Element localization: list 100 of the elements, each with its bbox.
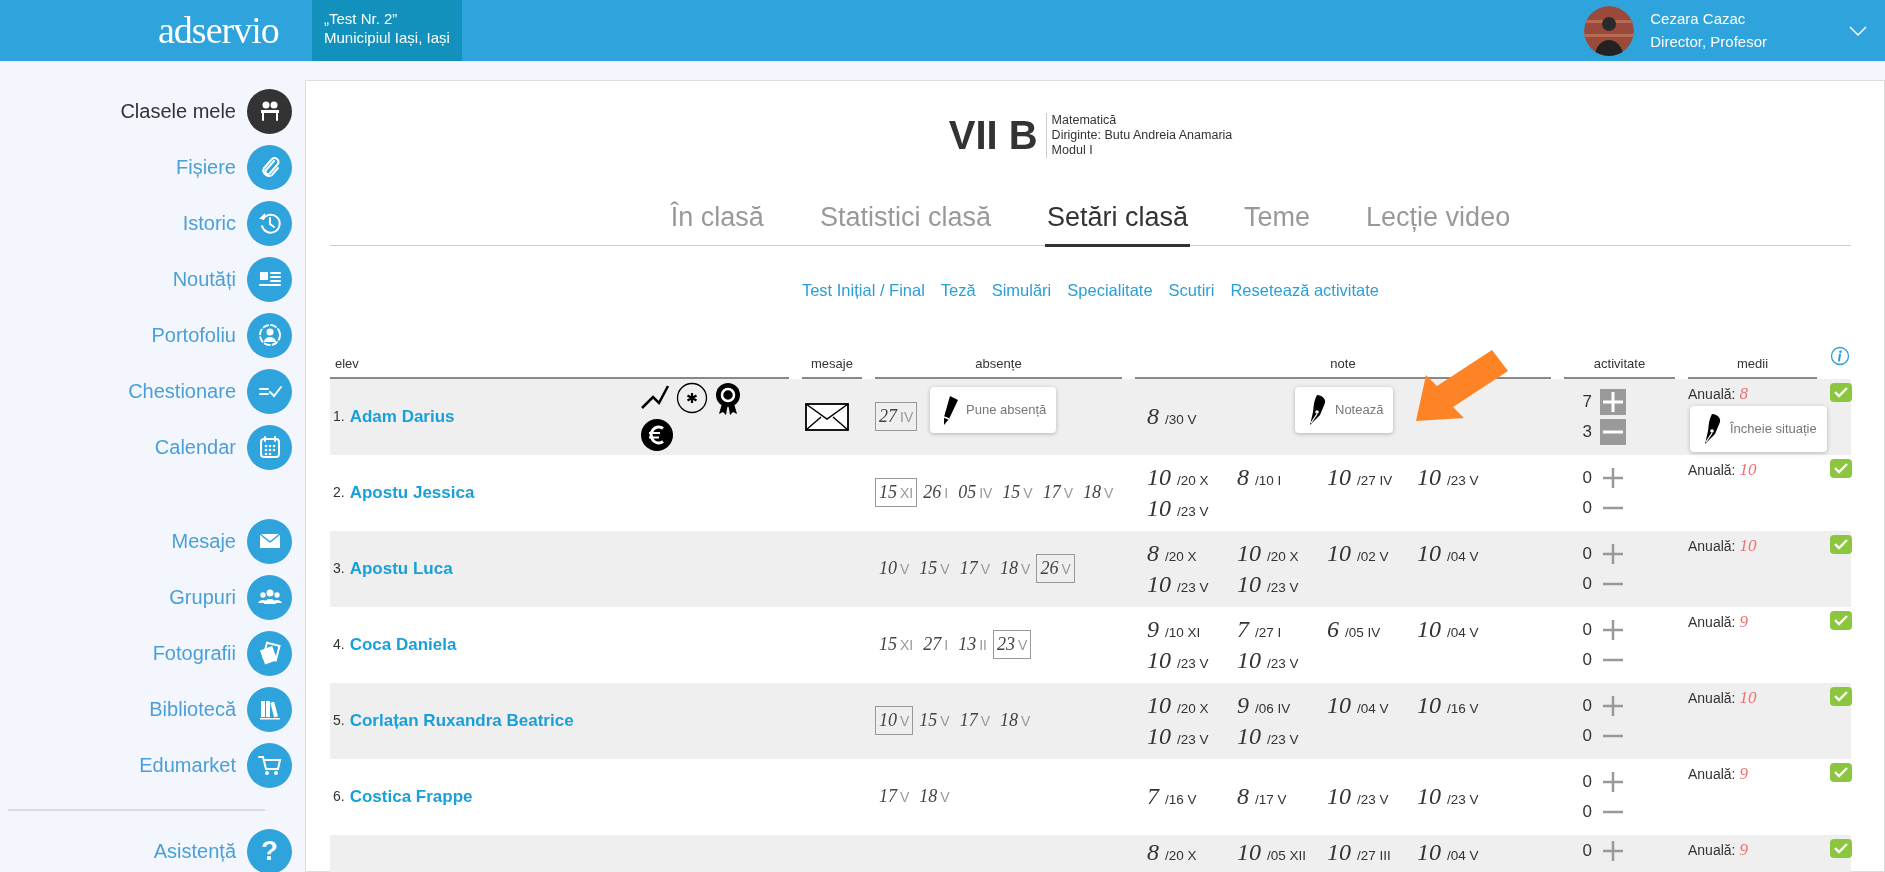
check-icon [1830, 534, 1852, 554]
grade[interactable]: 10 /20 X [1147, 690, 1237, 720]
absence-date[interactable]: 17 V [955, 706, 995, 736]
absence-date[interactable]: 15 XI [875, 630, 918, 660]
class-name: VII B [948, 112, 1039, 159]
grade[interactable]: 8 /10 I [1237, 462, 1327, 492]
info-icon[interactable] [1830, 346, 1850, 367]
absence-date[interactable]: 15 V [915, 706, 954, 736]
absence-date[interactable]: 15 V [915, 554, 954, 584]
average-label: Anuală: 8 [1688, 382, 1748, 405]
envelope-icon[interactable] [805, 402, 849, 431]
grade[interactable]: 10 /23 V [1237, 721, 1327, 751]
group-icon [247, 574, 292, 620]
grade[interactable]: 10 /23 V [1417, 782, 1507, 812]
absence-date[interactable]: 17 V [875, 782, 914, 812]
grade[interactable]: 10 /23 V [1417, 462, 1507, 492]
grade[interactable]: 10 /23 V [1147, 721, 1237, 751]
absence-date[interactable]: 23 V [992, 630, 1032, 660]
user-role: Director, Profesor [1650, 31, 1767, 52]
absence-date[interactable]: 27 IV [875, 402, 918, 432]
activity-count: 0 [1581, 840, 1592, 862]
grade[interactable]: 10 /23 V [1147, 645, 1237, 675]
grade[interactable]: 9 /06 IV [1237, 690, 1327, 720]
sidebar-item[interactable]: Clasele mele [0, 83, 305, 139]
activity-count: 0 [1581, 695, 1592, 717]
absence-date[interactable]: 10 V [875, 706, 914, 736]
grade-button[interactable]: Notează [1295, 386, 1394, 433]
grade[interactable]: 8 /20 X [1147, 837, 1237, 867]
tab[interactable]: Setări clasă [1044, 197, 1191, 247]
plus-icon [1603, 840, 1623, 861]
grade[interactable]: 8 /17 V [1237, 782, 1327, 812]
grade[interactable]: 10 /23 V [1327, 782, 1417, 812]
grade[interactable]: 8 /20 X [1147, 538, 1237, 568]
plus-icon [1603, 391, 1623, 412]
grade[interactable]: 10 /23 V [1237, 645, 1327, 675]
absence-date[interactable]: 26 V [1036, 554, 1075, 584]
activity-count: 3 [1581, 421, 1592, 443]
activity-count: 0 [1581, 801, 1592, 823]
grade[interactable]: 10 /16 V [1417, 690, 1507, 720]
grade[interactable]: 7 /16 V [1147, 782, 1237, 812]
activity-count: 0 [1581, 649, 1592, 671]
absence-date[interactable]: 15 XI [875, 478, 918, 508]
absence-date[interactable]: 18 V [996, 706, 1035, 736]
absence-date[interactable]: 10 V [875, 554, 914, 584]
user-name: Cezara Cazac [1650, 9, 1747, 29]
grade[interactable]: 10 /04 V [1417, 837, 1507, 867]
average-label: Anuală: 9 [1688, 838, 1748, 861]
row-number: 6. [332, 787, 345, 807]
grade[interactable]: 10 /04 V [1417, 538, 1507, 568]
check-icon [1830, 686, 1852, 706]
add-absence-button[interactable]: Pune absență [930, 386, 1057, 433]
check-icon [1830, 838, 1852, 858]
module-label: Modul I [1051, 142, 1094, 158]
grade[interactable]: 10 /23 V [1237, 569, 1327, 599]
books-icon [247, 686, 292, 732]
absence-date[interactable]: 05 IV [954, 478, 997, 508]
absence-date[interactable]: 15 V [998, 478, 1037, 508]
grade[interactable]: 7 /27 I [1237, 614, 1327, 644]
row-number: 2. [332, 483, 345, 503]
grade[interactable]: 6 /05 IV [1327, 614, 1417, 644]
grade[interactable]: 10 /23 V [1147, 569, 1237, 599]
grade[interactable]: 9 /10 XI [1147, 614, 1237, 644]
minus-icon [1603, 809, 1623, 814]
grade[interactable]: 10 /04 V [1417, 614, 1507, 644]
absence-date[interactable]: 27 I [919, 630, 953, 660]
grade[interactable]: 10 /04 V [1327, 690, 1417, 720]
absence-date[interactable]: 17 V [955, 554, 995, 584]
school-name: „Test Nr. 2” [324, 10, 399, 29]
plus-button[interactable] [1600, 388, 1626, 415]
grade[interactable]: 8 /30 V [1147, 402, 1237, 432]
school-location: Municipiul Iași, Iași [324, 28, 450, 48]
grade[interactable]: 10 /27 IV [1327, 462, 1417, 492]
school-selector[interactable]: „Test Nr. 2” Municipiul Iași, Iași [312, 0, 462, 61]
absence-date[interactable]: 13 II [954, 630, 991, 660]
photos-icon [247, 630, 292, 676]
activity-count: 0 [1581, 467, 1592, 489]
history-icon [247, 200, 292, 246]
absence-date[interactable]: 18 V [1079, 478, 1118, 508]
grade[interactable]: 10 /05 XII [1237, 837, 1327, 867]
newspaper-icon [247, 256, 292, 302]
activity-count: 0 [1581, 573, 1592, 595]
absence-date[interactable]: 17 V [1038, 478, 1078, 508]
grade[interactable]: 10 /27 III [1327, 837, 1417, 867]
row-number: 1. [332, 407, 345, 427]
grade[interactable]: 10 /20 X [1237, 538, 1327, 568]
absence-date[interactable]: 18 V [915, 782, 954, 812]
minus-icon [1603, 657, 1623, 662]
activity-count: 0 [1581, 771, 1592, 793]
close-situation-button[interactable]: Încheie situație [1690, 405, 1827, 452]
grade[interactable]: 10 /20 X [1147, 462, 1237, 492]
envelope-icon [247, 518, 292, 564]
absence-date[interactable]: 18 V [996, 554, 1035, 584]
grade[interactable]: 10 /23 V [1147, 493, 1237, 523]
absence-date[interactable]: 26 I [919, 478, 953, 508]
minus-button[interactable] [1600, 418, 1626, 445]
check-icon [1830, 610, 1852, 630]
row-number: 4. [332, 635, 345, 655]
chevron-down-icon[interactable] [1849, 25, 1867, 36]
grade[interactable]: 10 /02 V [1327, 538, 1417, 568]
plus-icon [1603, 619, 1623, 640]
